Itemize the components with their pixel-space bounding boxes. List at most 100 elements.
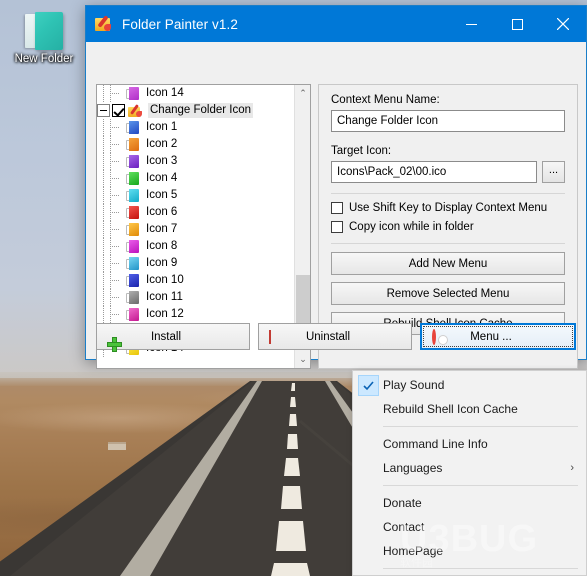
tree-row[interactable]: Icon 4	[97, 170, 294, 187]
tree-row[interactable]: Icon 9	[97, 255, 294, 272]
menu-button[interactable]: Menu ...	[420, 323, 576, 350]
use-shift-key-checkbox-row[interactable]: Use Shift Key to Display Context Menu	[331, 202, 565, 214]
menu-item-label: Languages	[383, 461, 443, 475]
folder-icon	[126, 291, 139, 304]
close-button[interactable]	[540, 6, 586, 42]
tree-row[interactable]: Icon 12	[97, 306, 294, 323]
tree-row[interactable]: Icon 7	[97, 221, 294, 238]
tree-branch-line	[110, 255, 126, 272]
window-title: Folder Painter v1.2	[122, 16, 238, 32]
tree-indent-guide	[97, 272, 110, 289]
scroll-down-icon[interactable]: ⌄	[295, 351, 310, 368]
menu-item-label: Contact	[383, 520, 425, 534]
lifebuoy-icon	[432, 328, 436, 345]
menu-item-languages[interactable]: Languages ›	[353, 456, 586, 480]
menu-item-rebuild-shell-icon-cache[interactable]: Rebuild Shell Icon Cache	[353, 397, 586, 421]
tree-branch-line	[110, 272, 126, 289]
menu-item-homepage[interactable]: HomePage	[353, 539, 586, 563]
maximize-button[interactable]	[494, 6, 540, 42]
folder-icon	[126, 206, 139, 219]
copy-icon-checkbox-row[interactable]: Copy icon while in folder	[331, 221, 565, 233]
menu-item-command-line-info[interactable]: Command Line Info	[353, 432, 586, 456]
context-menu-name-input[interactable]	[331, 110, 565, 132]
tree-branch-line	[110, 85, 126, 102]
tree-branch-line	[110, 136, 126, 153]
tree-row[interactable]: Icon 5	[97, 187, 294, 204]
menu-item-label: Play Sound	[383, 378, 445, 392]
tree-row[interactable]: Icon 8	[97, 238, 294, 255]
menu-item-icon-slot	[353, 397, 383, 421]
desktop-icon-new-folder[interactable]: New Folder	[8, 12, 80, 65]
tree-item-label: Icon 14	[146, 87, 184, 99]
tree-row[interactable]: Icon 3	[97, 153, 294, 170]
tree-row[interactable]: Icon 10	[97, 272, 294, 289]
folder-icon	[126, 240, 139, 253]
tree-branch-line	[110, 153, 126, 170]
menu-item-icon-slot	[353, 491, 383, 515]
tree-branch-line	[110, 187, 126, 204]
chevron-right-icon: ›	[570, 462, 574, 474]
panel-divider-1	[331, 193, 565, 194]
window-controls	[448, 6, 586, 42]
tree-indent-guide	[97, 170, 110, 187]
menu-item-contact[interactable]: Contact	[353, 515, 586, 539]
menu-item-play-sound[interactable]: Play Sound	[353, 373, 586, 397]
add-new-menu-button[interactable]: Add New Menu	[331, 252, 565, 275]
context-menu-name-label: Context Menu Name:	[331, 94, 440, 106]
browse-icon-button[interactable]: ...	[542, 161, 565, 183]
menu-item-icon-slot	[353, 539, 383, 563]
paint-folder-icon	[128, 103, 143, 118]
menu-separator-2	[383, 485, 578, 486]
tree-item-label: Icon 7	[146, 223, 178, 235]
tree-row[interactable]: Icon 11	[97, 289, 294, 306]
tree-branch-line	[110, 306, 126, 323]
target-icon-label: Target Icon:	[331, 145, 392, 157]
use-shift-key-checkbox[interactable]	[331, 202, 343, 214]
folder-icon	[126, 223, 139, 236]
tree-item-label: Icon 11	[146, 291, 183, 303]
tree-branch-line	[110, 119, 126, 136]
desktop-icon-label: New Folder	[14, 53, 74, 65]
scroll-up-icon[interactable]: ⌃	[295, 85, 310, 102]
copy-icon-checkbox[interactable]	[331, 221, 343, 233]
folder-icon	[126, 274, 139, 287]
tree-item-label: Change Folder Icon	[148, 103, 254, 118]
window-titlebar[interactable]: Folder Painter v1.2	[86, 6, 586, 42]
minimize-button[interactable]	[448, 6, 494, 42]
tree-row-change-folder-icon[interactable]: Change Folder Icon	[97, 102, 294, 119]
tree-branch-line	[110, 170, 126, 187]
bottom-button-bar: Install Uninstall Menu ...	[96, 323, 576, 350]
folder-painter-window: Folder Painter v1.2 Icon 14 Change Folde…	[85, 5, 587, 369]
tree-indent-guide	[97, 153, 110, 170]
menu-item-donate[interactable]: Donate	[353, 491, 586, 515]
tree-branch-line	[110, 221, 126, 238]
tree-item-label: Icon 12	[146, 308, 184, 320]
tree-row[interactable]: Icon 1	[97, 119, 294, 136]
tree-row[interactable]: Icon 6	[97, 204, 294, 221]
use-shift-key-label: Use Shift Key to Display Context Menu	[349, 202, 548, 214]
folder-icon	[126, 172, 139, 185]
menu-item-icon-slot	[353, 373, 383, 397]
folder-icon	[126, 138, 139, 151]
tree-expander-collapse-icon[interactable]	[97, 104, 110, 117]
tree-indent-guide	[97, 85, 110, 102]
menu-item-label: HomePage	[383, 544, 444, 558]
tree-row[interactable]: Icon 2	[97, 136, 294, 153]
tree-item-label: Icon 10	[146, 274, 184, 286]
tree-checkbox[interactable]	[112, 104, 125, 117]
remove-selected-menu-button[interactable]: Remove Selected Menu	[331, 282, 565, 305]
target-icon-input[interactable]	[331, 161, 537, 183]
tree-indent-guide	[97, 221, 110, 238]
desktop-background: New Folder Folder Painter v1.2 Icon 14 C…	[0, 0, 587, 576]
application-popup-menu[interactable]: Play Sound Rebuild Shell Icon Cache Comm…	[352, 370, 587, 576]
menu-item-label: Rebuild Shell Icon Cache	[383, 402, 518, 416]
tree-item-label: Icon 4	[146, 172, 178, 184]
tree-row[interactable]: Icon 14	[97, 85, 294, 102]
install-button[interactable]: Install	[96, 323, 250, 350]
tree-branch-line	[110, 238, 126, 255]
panel-divider-2	[331, 243, 565, 244]
tree-item-label: Icon 9	[146, 257, 178, 269]
uninstall-button[interactable]: Uninstall	[258, 323, 412, 350]
tree-indent-guide	[97, 204, 110, 221]
window-client-area: Icon 14 Change Folder Icon Icon 1 Icon 2…	[86, 42, 586, 369]
